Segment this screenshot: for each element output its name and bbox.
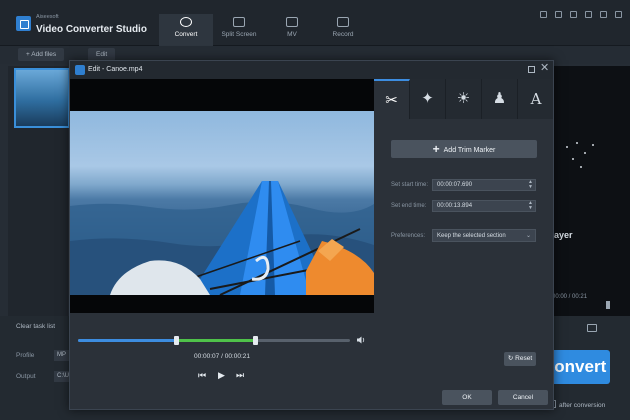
profile-label: Profile [16, 352, 35, 359]
spinner-icon[interactable]: ▲ ▼ [528, 180, 533, 190]
tab-split-screen[interactable]: Split Screen [212, 14, 266, 46]
dialog-title-bar: Edit - Canoe.mp4 ✕ [70, 61, 553, 79]
player-controls: 00:00:07 / 00:00:21 ⏮ ▶ ⏭ [70, 313, 374, 387]
minimize-icon[interactable] [600, 11, 608, 18]
window-controls [534, 11, 622, 20]
step-back-icon[interactable]: ⏮ [198, 370, 206, 380]
edit-dialog: Edit - Canoe.mp4 ✕ 00:00:07 / 00:00:21 ⏮… [69, 60, 554, 410]
video-preview-area [70, 79, 374, 313]
step-forward-icon[interactable]: ⏭ [236, 370, 244, 380]
tab-convert[interactable]: Convert [159, 14, 213, 46]
brightness-icon[interactable]: ☀ [446, 79, 482, 119]
video-frame [70, 111, 374, 295]
trim-end-handle[interactable] [252, 336, 258, 345]
folder-icon[interactable] [587, 324, 597, 332]
brand-name: Aiseesoft [36, 14, 59, 20]
plus-icon: + [432, 142, 440, 156]
close-icon[interactable] [615, 11, 622, 18]
cart-icon[interactable] [540, 11, 548, 18]
trim-start-handle[interactable] [173, 336, 179, 345]
feedback-icon[interactable] [570, 11, 578, 18]
add-files-button[interactable]: + Add files [18, 48, 65, 61]
add-trim-marker-button[interactable]: + Add Trim Marker [391, 140, 537, 158]
seek-progress [78, 339, 176, 342]
maximize-icon[interactable] [528, 66, 535, 73]
trim-panel: + Add Trim Marker Set start time: 00:00:0… [374, 119, 553, 409]
player-time: 00:00 / 00:21 [552, 294, 588, 300]
start-time-value: 00:00:07.690 [437, 182, 473, 188]
convert-button[interactable]: Convert [550, 350, 610, 384]
volume-icon[interactable] [606, 301, 614, 309]
scissors-icon[interactable]: ✂ [374, 79, 410, 119]
spinner-icon[interactable]: ▲ ▼ [528, 201, 533, 211]
dialog-title: Edit - Canoe.mp4 [88, 66, 143, 73]
mv-icon [286, 17, 298, 27]
app-title: Video Converter Studio [36, 24, 147, 35]
preferences-value: Keep the selected section [437, 233, 506, 239]
reset-label: Reset [515, 355, 533, 362]
title-bar: Aiseesoft Video Converter Studio Convert… [0, 0, 630, 46]
tab-record[interactable]: Record [316, 14, 370, 46]
tab-label: Split Screen [221, 31, 257, 38]
dialog-footer: OK Cancel [70, 387, 553, 409]
watermark-stamp-icon[interactable]: ♟ [482, 79, 518, 119]
trim-selection[interactable] [175, 339, 255, 342]
key-icon[interactable] [555, 11, 563, 18]
dialog-logo-icon [75, 65, 85, 75]
menu-icon[interactable] [585, 11, 593, 18]
end-time-field[interactable]: 00:00:13.894 ▲ ▼ [432, 200, 536, 212]
play-icon[interactable]: ▶ [218, 370, 225, 380]
tab-mv[interactable]: MV [265, 14, 319, 46]
cancel-button[interactable]: Cancel [498, 390, 548, 405]
end-time-label: Set end time: [391, 203, 427, 209]
text-icon[interactable]: A [518, 79, 554, 119]
player-decoration [562, 140, 602, 170]
video-thumbnail[interactable] [14, 68, 70, 128]
reset-button[interactable]: ↻ Reset [504, 352, 536, 366]
preferences-select[interactable]: Keep the selected section ⌄ [432, 229, 536, 242]
after-conversion-checkbox[interactable]: after conversion [548, 400, 605, 409]
magic-wand-icon[interactable]: ✦ [410, 79, 446, 119]
preview-player [553, 66, 630, 316]
tab-label: Record [332, 31, 354, 38]
chevron-down-icon: ⌄ [525, 233, 531, 239]
end-time-value: 00:00:13.894 [437, 203, 473, 209]
preferences-label: Preferences: [391, 233, 426, 239]
split-screen-icon [233, 17, 245, 27]
output-label: Output [16, 373, 36, 380]
playback-time: 00:00:07 / 00:00:21 [193, 353, 251, 360]
app-logo-icon [16, 16, 31, 31]
record-icon [337, 17, 349, 27]
dialog-close-icon[interactable]: ✕ [540, 63, 549, 74]
start-time-label: Set start time: [391, 182, 429, 188]
clear-task-list-button[interactable]: Clear task list [16, 323, 55, 330]
convert-icon [180, 17, 192, 27]
profile-select[interactable]: MP [54, 350, 70, 361]
tab-label: MV [287, 31, 297, 38]
add-trim-marker-label: Add Trim Marker [443, 147, 496, 154]
volume-icon[interactable] [356, 335, 366, 345]
ok-button[interactable]: OK [442, 390, 492, 405]
start-time-field[interactable]: 00:00:07.690 ▲ ▼ [432, 179, 536, 191]
tab-label: Convert [174, 31, 198, 38]
edit-tool-tabs: ✂ ✦ ☀ ♟ A [374, 79, 553, 119]
output-path-field[interactable]: C:\Use [54, 371, 75, 382]
